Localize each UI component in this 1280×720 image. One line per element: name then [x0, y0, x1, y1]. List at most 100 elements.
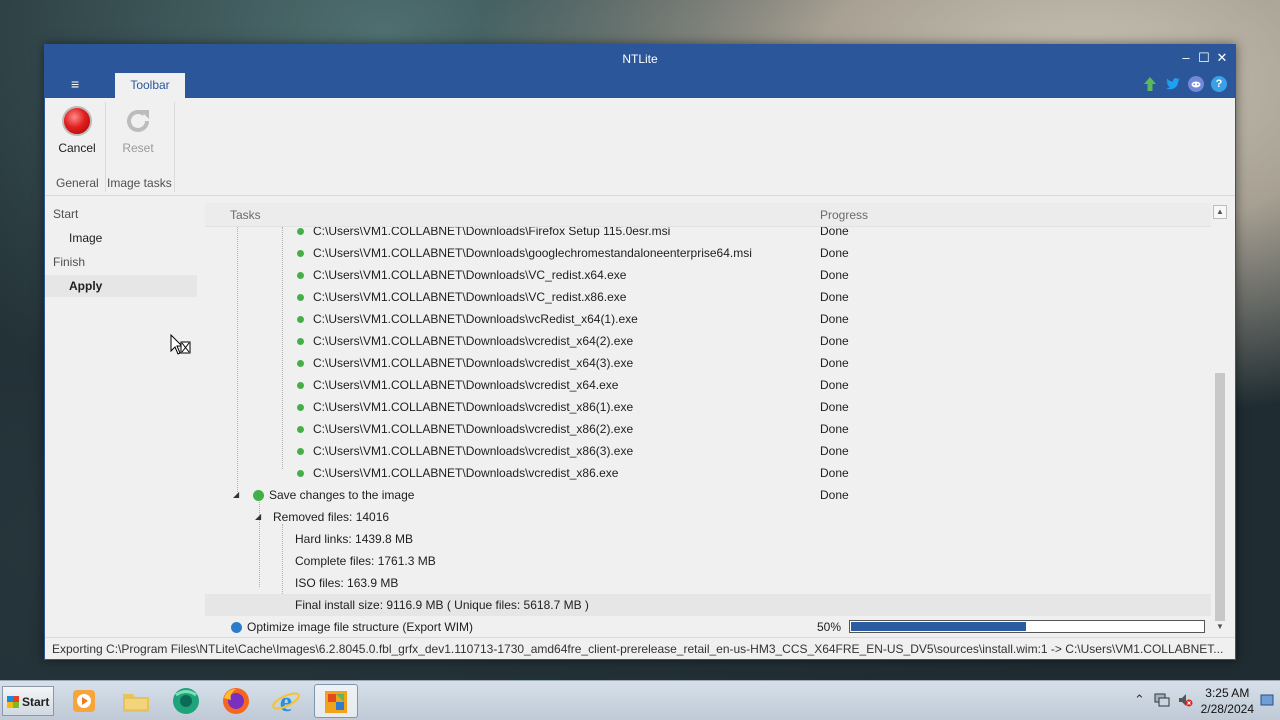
stat-row[interactable]: Hard links: 1439.8 MB: [205, 528, 1211, 550]
done-status-dot: [297, 338, 304, 345]
column-tasks[interactable]: Tasks: [230, 208, 261, 222]
network-icon[interactable]: [1154, 692, 1170, 711]
list-item[interactable]: C:\Users\VM1.COLLABNET\Downloads\vcredis…: [205, 396, 1211, 418]
ribbon-toolbar: Cancel Reset General Image tasks: [45, 98, 1235, 196]
reset-button[interactable]: Reset: [108, 106, 168, 155]
task-label: Optimize image file structure (Export WI…: [247, 620, 474, 634]
clock-date: 2/28/2024: [1200, 702, 1254, 716]
done-status-dot: [297, 360, 304, 367]
list-item[interactable]: C:\Users\VM1.COLLABNET\Downloads\vcredis…: [205, 374, 1211, 396]
minimize-button[interactable]: –: [1179, 49, 1193, 67]
list-item[interactable]: C:\Users\VM1.COLLABNET\Downloads\googlec…: [205, 242, 1211, 264]
list-item[interactable]: C:\Users\VM1.COLLABNET\Downloads\vcredis…: [205, 440, 1211, 462]
list-item[interactable]: C:\Users\VM1.COLLABNET\Downloads\Firefox…: [205, 227, 1211, 242]
firefox-icon[interactable]: [214, 684, 258, 718]
task-file-path: C:\Users\VM1.COLLABNET\Downloads\vcredis…: [313, 378, 619, 392]
done-status-dot: [253, 490, 264, 501]
top-right-icons: ?: [1142, 76, 1227, 92]
removed-files-node[interactable]: ◢ Removed files: 14016: [205, 506, 1211, 528]
task-status: Done: [820, 246, 849, 260]
column-header: Tasks Progress: [205, 203, 1211, 227]
window-title: NTLite: [622, 52, 658, 66]
task-file-path: C:\Users\VM1.COLLABNET\Downloads\vcRedis…: [313, 312, 638, 326]
discord-icon[interactable]: [1188, 76, 1204, 92]
browser-icon[interactable]: [164, 684, 208, 718]
stat-hard-links: Hard links: 1439.8 MB: [295, 532, 414, 546]
in-progress-status-dot: [231, 622, 242, 633]
task-status: Done: [820, 378, 849, 392]
stat-row-selected[interactable]: Final install size: 9116.9 MB ( Unique f…: [205, 594, 1211, 616]
progress-bar: [849, 620, 1205, 633]
task-file-path: C:\Users\VM1.COLLABNET\Downloads\VC_redi…: [313, 268, 627, 282]
task-file-path: C:\Users\VM1.COLLABNET\Downloads\googlec…: [313, 246, 752, 260]
done-status-dot: [297, 404, 304, 411]
window-controls: – ☐ ✕: [1179, 49, 1229, 67]
list-item[interactable]: C:\Users\VM1.COLLABNET\Downloads\vcredis…: [205, 418, 1211, 440]
scrollbar-thumb[interactable]: [1215, 373, 1225, 621]
cancel-label: Cancel: [58, 141, 96, 155]
progress-bar-fill: [851, 622, 1026, 631]
task-save-changes[interactable]: ◢ Save changes to the image Done: [205, 484, 1211, 506]
ntlite-window: NTLite – ☐ ✕ ≡ Toolbar ? Cancel Reset Ge…: [44, 44, 1236, 660]
nav-item-apply[interactable]: Apply: [45, 275, 197, 297]
done-status-dot: [297, 316, 304, 323]
close-button[interactable]: ✕: [1215, 49, 1229, 67]
cancel-button[interactable]: Cancel: [47, 106, 107, 155]
group-label-image-tasks: Image tasks: [107, 176, 172, 190]
maximize-button[interactable]: ☐: [1197, 49, 1211, 67]
list-item[interactable]: C:\Users\VM1.COLLABNET\Downloads\vcredis…: [205, 352, 1211, 374]
column-progress[interactable]: Progress: [820, 208, 868, 222]
done-status-dot: [297, 382, 304, 389]
ntlite-icon[interactable]: [314, 684, 358, 718]
media-player-icon[interactable]: [62, 684, 106, 718]
task-file-path: C:\Users\VM1.COLLABNET\Downloads\vcredis…: [313, 466, 619, 480]
list-item[interactable]: C:\Users\VM1.COLLABNET\Downloads\vcRedis…: [205, 308, 1211, 330]
status-bar: Exporting C:\Program Files\NTLite\Cache\…: [45, 637, 1235, 659]
group-separator: [105, 102, 106, 192]
stat-iso-files: ISO files: 163.9 MB: [295, 576, 399, 590]
nav-item-image[interactable]: Image: [45, 227, 197, 249]
done-status-dot: [297, 470, 304, 477]
group-label-general: General: [56, 176, 99, 190]
stop-icon: [62, 106, 92, 136]
tray-overflow-chevron-icon[interactable]: ⌃: [1134, 692, 1145, 708]
list-item[interactable]: C:\Users\VM1.COLLABNET\Downloads\VC_redi…: [205, 286, 1211, 308]
reset-label: Reset: [122, 141, 154, 155]
vertical-scrollbar[interactable]: ▲ ▼: [1211, 203, 1229, 635]
tab-toolbar[interactable]: Toolbar: [115, 73, 185, 98]
task-status: Done: [820, 227, 849, 238]
clock-time: 3:25 AM: [1205, 686, 1250, 700]
title-bar[interactable]: NTLite – ☐ ✕: [45, 45, 1235, 73]
svg-text:e: e: [280, 687, 292, 716]
collapse-triangle-icon[interactable]: ◢: [233, 484, 239, 506]
removed-files-label: Removed files: 14016: [273, 510, 390, 524]
taskbar: Start e ⌃ 3:25 AM 2/28/2024: [0, 680, 1280, 720]
system-clock[interactable]: 3:25 AM 2/28/2024: [1201, 685, 1254, 717]
done-status-dot: [297, 250, 304, 257]
help-icon[interactable]: ?: [1211, 76, 1227, 92]
done-status-dot: [297, 294, 304, 301]
start-button[interactable]: Start: [2, 686, 54, 716]
nav-section-finish[interactable]: Finish: [45, 251, 197, 273]
task-status: Done: [820, 334, 849, 348]
scroll-down-arrow-icon[interactable]: ▼: [1213, 621, 1227, 635]
scroll-up-arrow-icon[interactable]: ▲: [1213, 205, 1227, 219]
tasks-panel: Tasks Progress C:\Users\VM1.COLLABNET\Do…: [205, 203, 1229, 635]
list-item[interactable]: C:\Users\VM1.COLLABNET\Downloads\vcredis…: [205, 330, 1211, 352]
twitter-icon[interactable]: [1165, 76, 1181, 92]
stat-row[interactable]: ISO files: 163.9 MB: [205, 572, 1211, 594]
file-explorer-icon[interactable]: [114, 684, 158, 718]
volume-muted-icon[interactable]: [1177, 692, 1193, 711]
hamburger-menu-icon[interactable]: ≡: [71, 76, 79, 92]
list-item[interactable]: C:\Users\VM1.COLLABNET\Downloads\VC_redi…: [205, 264, 1211, 286]
start-label: Start: [22, 695, 50, 709]
task-optimize[interactable]: Optimize image file structure (Export WI…: [205, 616, 1211, 635]
nav-section-start[interactable]: Start: [45, 203, 197, 225]
stat-row[interactable]: Complete files: 1761.3 MB: [205, 550, 1211, 572]
list-item[interactable]: C:\Users\VM1.COLLABNET\Downloads\vcredis…: [205, 462, 1211, 484]
internet-explorer-icon[interactable]: e: [264, 684, 308, 718]
update-icon[interactable]: [1142, 76, 1158, 92]
collapse-triangle-icon[interactable]: ◢: [255, 506, 261, 528]
notification-icon[interactable]: [1260, 693, 1274, 710]
task-status: Done: [820, 290, 849, 304]
